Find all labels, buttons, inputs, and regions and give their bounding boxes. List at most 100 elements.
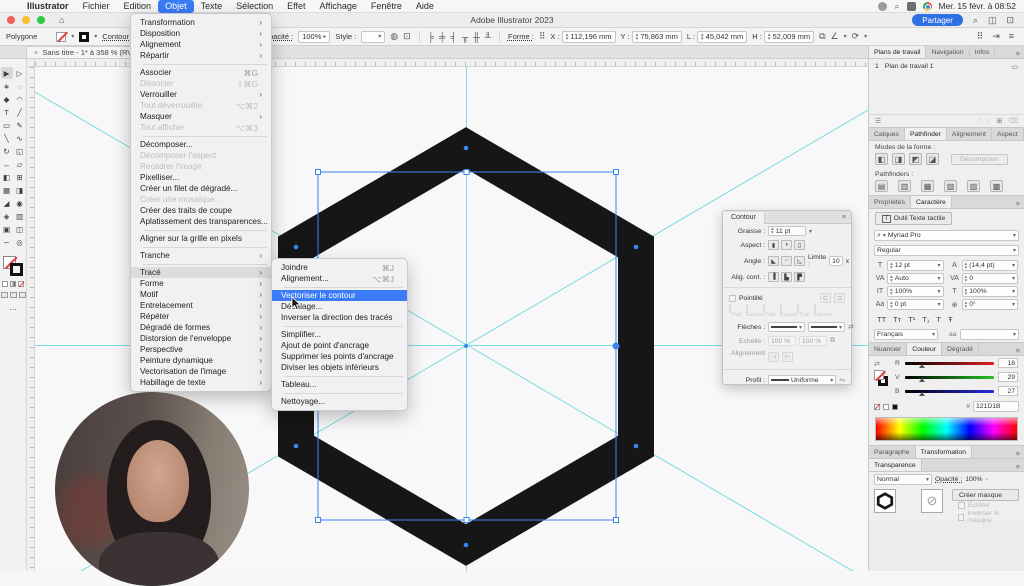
menu-item[interactable]: Alignement ›	[131, 39, 271, 50]
spotlight-search-icon[interactable]: ⌕	[894, 1, 899, 12]
fill-stroke-swatches[interactable]	[3, 256, 23, 276]
panel-tab[interactable]: Couleur	[907, 343, 943, 355]
intersect-icon[interactable]: ◩	[909, 153, 922, 165]
hex-field[interactable]: 121D1B	[973, 401, 1019, 412]
pencil-tool-icon[interactable]: ╲	[1, 132, 13, 144]
menu-item[interactable]: Dégradé de formes ›	[131, 322, 271, 333]
menu-item[interactable]: Décomposer l'aspect	[131, 150, 271, 161]
panel-tab[interactable]: Navigation	[926, 46, 970, 58]
edit-toolbar-icon[interactable]: ⋯	[9, 305, 17, 314]
font-family-field[interactable]: ⌕ ▾ Myriad Pro ▾	[874, 230, 1019, 241]
symbol-sprayer-tool-icon[interactable]: ◈	[1, 210, 13, 222]
menu-item[interactable]: Recadrer l'image	[131, 161, 271, 172]
menu-item[interactable]: Entrelacement ›	[131, 300, 271, 311]
dash-field[interactable]: Espace	[746, 304, 764, 318]
move-down-icon[interactable]: ↓	[987, 117, 990, 125]
submenu-item[interactable]: Simplifier...	[272, 329, 407, 340]
miter-limit-field[interactable]: 10	[829, 256, 843, 266]
panel-tab[interactable]: Calques	[869, 128, 905, 140]
cap-butt-icon[interactable]: ▮	[768, 240, 779, 250]
menu-item[interactable]: Disposition ›	[131, 28, 271, 39]
align-stroke-center-icon[interactable]: ▐	[768, 272, 779, 282]
isolate-icon[interactable]: ⇥	[992, 31, 1000, 42]
menu-item[interactable]: Répéter ›	[131, 311, 271, 322]
chevron-right-icon[interactable]: ›	[986, 477, 988, 483]
menu-item[interactable]: Tout afficher ⌥⌘3	[131, 122, 271, 133]
shape-tool-icon[interactable]: ▭	[1, 119, 13, 131]
search-icon[interactable]: ⌕	[973, 15, 978, 26]
menu-item[interactable]: Créer un filet de dégradé...	[131, 183, 271, 194]
new-artboard-icon[interactable]: ⊞	[997, 117, 1003, 125]
stroke-black-swatch[interactable]	[10, 263, 23, 276]
paintbrush-tool-icon[interactable]: ✎	[14, 119, 26, 131]
flip-profile-icon[interactable]: ⇋	[839, 376, 845, 384]
type-case-button[interactable]: Ŧ	[948, 315, 953, 324]
dash-field[interactable]: Espace	[780, 304, 798, 318]
stroke-panel-tab[interactable]: Contour	[723, 211, 765, 224]
dashed-checkbox[interactable]	[729, 294, 736, 302]
delete-icon[interactable]: ⌫	[1008, 117, 1018, 125]
scale-tool-icon[interactable]: ◱	[14, 145, 26, 157]
submenu-item[interactable]: Nettoyage...	[272, 396, 407, 407]
menubar-item[interactable]: Objet	[158, 0, 194, 13]
menu-item[interactable]: Aplatissement des transparences...	[131, 216, 271, 227]
vertical-ruler[interactable]	[27, 67, 35, 571]
menubar-item[interactable]: Illustrator	[20, 0, 76, 13]
gradient-swatch-icon[interactable]	[10, 281, 16, 287]
align-left-icon[interactable]: ╞	[428, 32, 434, 42]
color-value-field[interactable]: 29	[998, 372, 1018, 382]
width-profile-field[interactable]: Uniforme ▾	[768, 375, 837, 385]
menu-item[interactable]: Créer une mosaïque...	[131, 194, 271, 205]
menu-item[interactable]: Dissocier ⇧⌘G	[131, 78, 271, 89]
type-case-button[interactable]: TT	[877, 315, 886, 324]
rotate-icon[interactable]: ⟳	[852, 31, 860, 42]
menu-item[interactable]: Habillage de texte ›	[131, 377, 271, 388]
menu-item[interactable]: Associer ⌘G	[131, 67, 271, 78]
submenu-item[interactable]: Alignement... ⌥⌘J	[272, 273, 407, 284]
color-value-field[interactable]: 18	[998, 358, 1018, 368]
line-tool-icon[interactable]: ╱	[14, 106, 26, 118]
share-button[interactable]: Partager	[912, 14, 963, 26]
shear-icon[interactable]: ∠	[831, 31, 839, 42]
panel-tab-transparency[interactable]: Transparence	[869, 459, 922, 471]
character-field[interactable]: VA ▴ ▾ 0 ▾	[950, 273, 1018, 284]
free-transform-tool-icon[interactable]: ▱	[14, 158, 26, 170]
align-middle-icon[interactable]: ╫	[473, 32, 479, 42]
expand-button[interactable]: Décomposer	[951, 153, 1008, 165]
submenu-item[interactable]: Ajout de point d'ancrage	[272, 340, 407, 351]
join-bevel-icon[interactable]: ◺	[794, 256, 805, 266]
white-mini-icon[interactable]	[883, 403, 889, 410]
character-field[interactable]: T ▴ ▾ 100% ▾	[950, 286, 1018, 297]
hand-tool-icon[interactable]: ∽	[1, 236, 13, 248]
character-field[interactable]: ⊕ ▴ ▾ 0° ▾	[950, 299, 1018, 310]
menu-item[interactable]: Forme ›	[131, 278, 271, 289]
menu-item[interactable]: Vectorisation de l'image ›	[131, 366, 271, 377]
eyedropper-tool-icon[interactable]: ◢	[1, 197, 13, 209]
more-options-icon[interactable]: ⠿	[977, 31, 984, 42]
dash-field[interactable]: Espace	[814, 304, 832, 318]
gradient-tool-icon[interactable]: ◨	[14, 184, 26, 196]
transform-field[interactable]: Y : ▴ ▾ 75,863 mm	[621, 30, 682, 43]
panel-menu-icon[interactable]: ≡	[1016, 51, 1024, 58]
width-tool-icon[interactable]: ↔	[1, 158, 13, 170]
submenu-item[interactable]: Tableau...	[272, 379, 407, 390]
libraries-icon[interactable]: ⊡	[403, 31, 411, 42]
panel-tab[interactable]: Pathfinder	[904, 128, 947, 140]
style-field[interactable]: ▾	[361, 30, 386, 43]
menubar-item[interactable]: Fichier	[76, 0, 117, 13]
menu-item[interactable]: Pixelliser...	[131, 172, 271, 183]
panel-tab[interactable]: Nuancier	[869, 343, 908, 355]
swap-fill-stroke-icon[interactable]: ⇄	[874, 360, 889, 368]
menu-item[interactable]: Aligner sur la grille en pixels	[131, 233, 271, 244]
arrow-align-end-icon[interactable]: ⊢	[782, 352, 793, 362]
blend-tool-icon[interactable]: ◉	[14, 197, 26, 209]
panel-tab[interactable]: Dégradé	[942, 343, 980, 355]
character-field[interactable]: VA ▴ ▾ Auto ▾	[875, 273, 944, 284]
panel-tab[interactable]: Alignement	[947, 128, 992, 140]
type-case-button[interactable]: T₁	[922, 315, 929, 324]
mask-thumbnail[interactable]: ⊘	[920, 489, 943, 513]
preserve-dash-icon[interactable]: ⊏	[820, 293, 831, 303]
arrow-start-field[interactable]: ▾	[768, 322, 806, 332]
fill-none-mini-swatch[interactable]	[874, 370, 884, 380]
type-case-button[interactable]: T	[936, 315, 941, 324]
